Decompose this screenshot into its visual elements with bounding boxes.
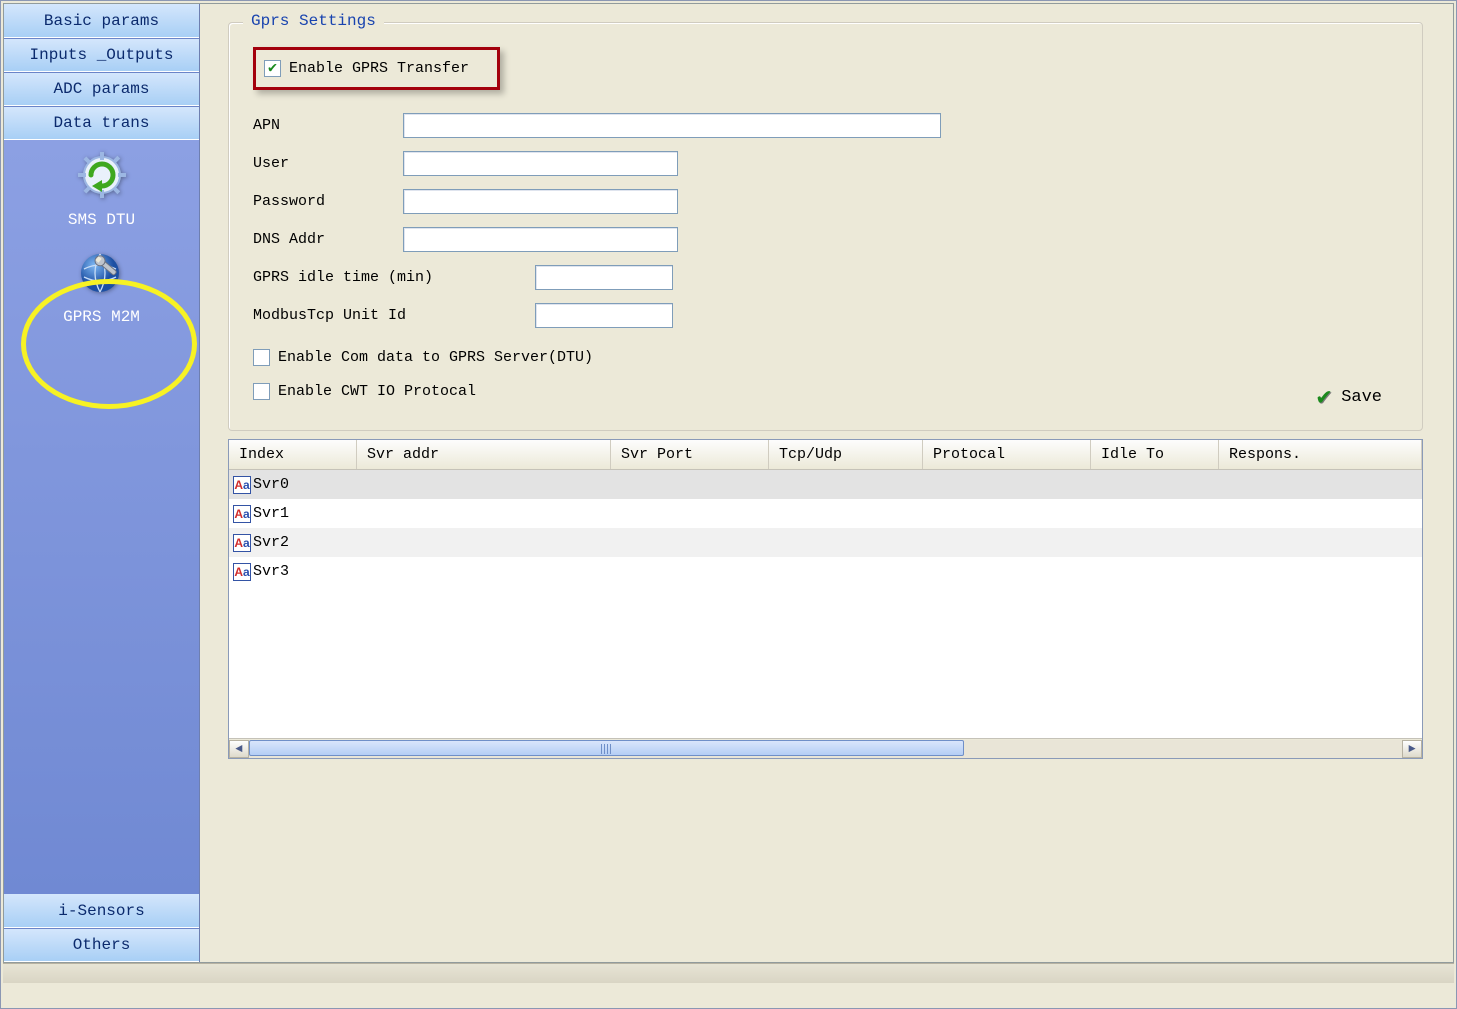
table-row[interactable]: AaSvr1 <box>229 499 1422 528</box>
aa-icon: Aa <box>233 563 251 581</box>
scroll-track[interactable] <box>249 740 1402 758</box>
modbus-id-input[interactable] <box>535 303 673 328</box>
aa-icon: Aa <box>233 476 251 494</box>
idle-time-input[interactable] <box>535 265 673 290</box>
server-table: Index Svr addr Svr Port Tcp/Udp Protocal… <box>228 439 1423 759</box>
enable-dtu-label: Enable Com data to GPRS Server(DTU) <box>278 349 593 366</box>
sidebar-top: Basic params Inputs _Outputs ADC params … <box>4 4 199 140</box>
table-row[interactable]: AaSvr0 <box>229 470 1422 499</box>
th-respons[interactable]: Respons. <box>1219 440 1422 469</box>
th-tcp-udp[interactable]: Tcp/Udp <box>769 440 923 469</box>
nav-gprs-m2m[interactable]: GPRS M2M <box>63 247 140 326</box>
save-button[interactable]: ✔ Save <box>1317 382 1382 412</box>
nav-basic-params[interactable]: Basic params <box>4 4 199 38</box>
sidebar: Basic params Inputs _Outputs ADC params … <box>4 4 200 962</box>
nav-inputs-outputs[interactable]: Inputs _Outputs <box>4 38 199 72</box>
nav-others[interactable]: Others <box>4 928 199 962</box>
enable-dtu-checkbox[interactable] <box>253 349 270 366</box>
aa-icon: Aa <box>233 505 251 523</box>
sidebar-bottom: i-Sensors Others <box>4 894 199 962</box>
app-frame: Basic params Inputs _Outputs ADC params … <box>3 3 1454 963</box>
password-input[interactable] <box>403 189 678 214</box>
nav-adc-params[interactable]: ADC params <box>4 72 199 106</box>
th-protocal[interactable]: Protocal <box>923 440 1091 469</box>
table-row[interactable]: AaSvr2 <box>229 528 1422 557</box>
cell-index: Svr1 <box>253 505 289 522</box>
cell-index: Svr3 <box>253 563 289 580</box>
scroll-right-arrow-icon[interactable]: ► <box>1402 740 1422 758</box>
main-panel: Gprs Settings Enable GPRS Transfer APN U… <box>200 4 1453 962</box>
sidebar-middle: SMS DTU GPRS M2M <box>4 140 199 894</box>
globe-wrench-icon <box>76 247 128 302</box>
gprs-settings-group: Gprs Settings Enable GPRS Transfer APN U… <box>228 22 1423 431</box>
nav-i-sensors[interactable]: i-Sensors <box>4 894 199 928</box>
gear-refresh-icon <box>76 150 128 205</box>
table-header-row: Index Svr addr Svr Port Tcp/Udp Protocal… <box>229 440 1422 470</box>
scroll-left-arrow-icon[interactable]: ◄ <box>229 740 249 758</box>
checkmark-icon: ✔ <box>1317 382 1331 412</box>
th-idle-to[interactable]: Idle To <box>1091 440 1219 469</box>
apn-label: APN <box>253 117 403 134</box>
table-body[interactable]: AaSvr0 AaSvr1 AaSvr2 AaSvr3 <box>229 470 1422 738</box>
aa-icon: Aa <box>233 534 251 552</box>
nav-sms-dtu-label: SMS DTU <box>68 211 135 229</box>
cell-index: Svr2 <box>253 534 289 551</box>
user-input[interactable] <box>403 151 678 176</box>
scroll-thumb[interactable] <box>249 740 964 756</box>
th-svr-port[interactable]: Svr Port <box>611 440 769 469</box>
dns-input[interactable] <box>403 227 678 252</box>
enable-gprs-label: Enable GPRS Transfer <box>289 60 469 77</box>
nav-gprs-m2m-label: GPRS M2M <box>63 308 140 326</box>
enable-cwt-label: Enable CWT IO Protocal <box>278 383 476 400</box>
status-bar <box>3 963 1454 983</box>
cell-index: Svr0 <box>253 476 289 493</box>
th-svr-addr[interactable]: Svr addr <box>357 440 611 469</box>
horizontal-scrollbar[interactable]: ◄ ► <box>229 738 1422 758</box>
nav-sms-dtu[interactable]: SMS DTU <box>68 150 135 229</box>
modbus-id-label: ModbusTcp Unit Id <box>253 307 535 324</box>
save-button-label: Save <box>1341 388 1382 407</box>
nav-data-trans[interactable]: Data trans <box>4 106 199 140</box>
group-title: Gprs Settings <box>243 12 384 30</box>
user-label: User <box>253 155 403 172</box>
apn-input[interactable] <box>403 113 941 138</box>
emphasis-annotation-box: Enable GPRS Transfer <box>253 47 500 90</box>
th-index[interactable]: Index <box>229 440 357 469</box>
table-row[interactable]: AaSvr3 <box>229 557 1422 586</box>
enable-gprs-checkbox[interactable] <box>264 60 281 77</box>
password-label: Password <box>253 193 403 210</box>
dns-label: DNS Addr <box>253 231 403 248</box>
idle-time-label: GPRS idle time (min) <box>253 269 535 286</box>
enable-cwt-checkbox[interactable] <box>253 383 270 400</box>
